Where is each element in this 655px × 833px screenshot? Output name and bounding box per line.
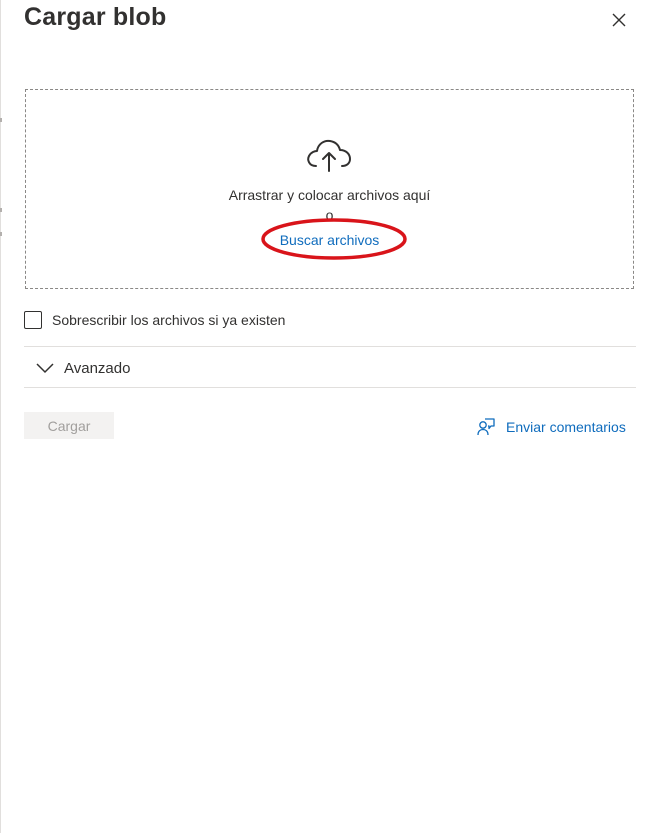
chevron-down-icon	[36, 363, 54, 374]
overwrite-checkbox-row[interactable]: Sobrescribir los archivos si ya existen	[24, 309, 285, 331]
panel-title: Cargar blob	[24, 3, 167, 31]
upload-blob-panel: Cargar blob Arrastrar y colocar archivos…	[0, 0, 655, 833]
browse-files-link[interactable]: Buscar archivos	[25, 232, 634, 248]
drop-instruction: Arrastrar y colocar archivos aquí	[228, 187, 431, 203]
feedback-person-icon	[477, 418, 495, 436]
cloud-upload-icon	[307, 139, 351, 172]
overwrite-label: Sobrescribir los archivos si ya existen	[52, 312, 286, 328]
advanced-label: Avanzado	[64, 359, 131, 377]
close-button[interactable]	[607, 8, 631, 32]
upload-button[interactable]: Cargar	[24, 412, 114, 439]
advanced-section-toggle[interactable]: Avanzado	[24, 350, 636, 386]
divider	[24, 346, 636, 347]
or-separator: o	[325, 207, 334, 223]
overwrite-checkbox[interactable]	[24, 311, 42, 329]
feedback-label: Enviar comentarios	[506, 419, 626, 435]
browse-files-label: Buscar archivos	[279, 232, 380, 248]
close-icon	[612, 13, 626, 27]
divider	[24, 387, 636, 388]
send-feedback-link[interactable]: Enviar comentarios	[476, 416, 626, 438]
